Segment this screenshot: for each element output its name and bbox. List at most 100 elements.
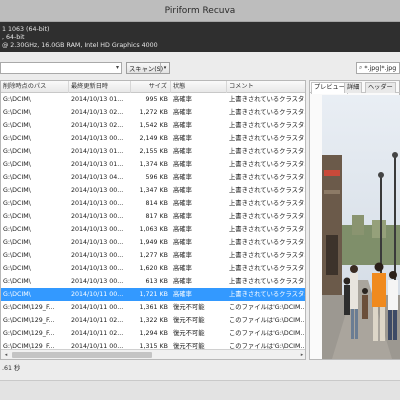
cell-comment: 上書きされているクラスタ...: [229, 291, 306, 298]
cell-state: 高確率: [173, 278, 192, 285]
drive-select[interactable]: ▾: [0, 62, 122, 74]
scroll-right-icon[interactable]: ▸: [298, 351, 305, 359]
scan-dropdown-icon[interactable]: ▾: [160, 63, 169, 73]
cell-date: 2014/10/13 00...: [71, 213, 124, 220]
cell-date: 2014/10/13 00...: [71, 252, 124, 259]
cell-comment: 上書きされているクラスタ...: [229, 252, 306, 259]
cell-size: 596 KB: [145, 174, 168, 181]
scroll-left-icon[interactable]: ◂: [2, 351, 10, 359]
table-row[interactable]: G:\DCIM\129_F... 2014/10/11 02... 1,322 KB…: [1, 314, 306, 327]
cell-size: 1,949 KB: [139, 239, 168, 246]
cell-comment: 上書きされているクラスタ...: [229, 174, 306, 181]
cell-comment: 上書きされているクラスタ...: [229, 200, 306, 207]
sysinfo-line-1: 1 1063 (64-bit): [2, 26, 50, 33]
preview-tabs: プレビュー 詳細 ヘッダー: [310, 81, 400, 94]
cell-state: 高確率: [173, 265, 192, 272]
cell-path: G:\DCIM\: [3, 291, 31, 298]
table-row[interactable]: G:\DCIM\ 2014/10/13 00... 1,620 KB 高確率 上書きされ…: [1, 262, 305, 275]
table-row[interactable]: G:\DCIM\129_F... 2014/10/11 00... 1,361 KB…: [1, 301, 306, 314]
cell-comment: 上書きされているクラスタ...: [229, 239, 306, 246]
tab-details[interactable]: 詳細: [344, 82, 363, 93]
cell-size: 1,721 KB: [139, 291, 168, 298]
cell-date: 2014/10/13 00...: [71, 135, 124, 142]
cell-state: 復元不可能: [173, 330, 205, 337]
cell-path: G:\DCIM\129_F...: [3, 317, 55, 324]
table-row[interactable]: G:\DCIM\ 2014/10/13 00... 817 KB 高確率 上書きされてい…: [1, 210, 306, 223]
cell-state: 高確率: [173, 161, 192, 168]
cell-comment: このファイルは'G:\DCIM...: [229, 304, 306, 311]
cell-path: G:\DCIM\: [3, 226, 31, 233]
cell-state: 高確率: [173, 96, 192, 103]
cell-state: 復元不可能: [173, 317, 205, 324]
cell-comment: このファイルは'G:\DCIM...: [229, 317, 306, 324]
cell-size: 1,322 KB: [139, 317, 168, 324]
preview-image: [322, 95, 400, 359]
cell-path: G:\DCIM\: [3, 252, 31, 259]
column-header-path[interactable]: 削除時点のパス: [1, 81, 69, 93]
filter-value: *.jpg|*.jpg: [364, 64, 397, 72]
column-header-size[interactable]: サイズ: [131, 81, 171, 93]
cell-state: 高確率: [173, 200, 192, 207]
column-header-comment[interactable]: コメント: [227, 81, 305, 93]
cell-comment: 上書きされているクラスタ...: [229, 135, 306, 142]
search-icon: ⌕: [359, 64, 363, 71]
cell-size: 1,374 KB: [139, 161, 168, 168]
table-row[interactable]: G:\DCIM\ 2014/10/13 00... 613 KB 高確率 上書きされてい…: [1, 275, 306, 288]
table-row[interactable]: G:\DCIM\ 2014/10/13 00... 1,949 KB 高確率 上書きされ…: [1, 236, 306, 249]
cell-size: 2,149 KB: [139, 135, 168, 142]
column-header-state[interactable]: 状態: [171, 81, 227, 93]
cell-comment: 上書きされているクラスタ...: [229, 278, 306, 285]
cell-size: 1,620 KB: [139, 265, 168, 272]
cell-comment: 上書きされているクラスタ...: [229, 148, 306, 155]
cell-path: G:\DCIM\: [3, 174, 31, 181]
tab-header[interactable]: ヘッダー: [365, 82, 396, 93]
table-row[interactable]: G:\DCIM\ 2014/10/13 01... 1,374 KB 高確率 上書きされ…: [1, 158, 306, 171]
table-row[interactable]: G:\DCIM\ 2014/10/13 00... 1,063 KB 高確率 上書きされ…: [1, 223, 305, 236]
chevron-down-icon[interactable]: ▾: [116, 64, 119, 71]
cell-date: 2014/10/11 02...: [71, 317, 124, 324]
cell-size: 1,277 KB: [139, 252, 168, 259]
cell-size: 1,361 KB: [139, 304, 168, 311]
table-row[interactable]: G:\DCIM\ 2014/10/13 01... 995 KB 高確率 上書きされてい…: [1, 93, 305, 106]
table-row[interactable]: G:\DCIM\ 2014/10/13 02... 1,272 KB 高確率 上書きされ…: [1, 106, 305, 119]
cell-state: 高確率: [173, 187, 192, 194]
cell-size: 995 KB: [145, 96, 168, 103]
cell-date: 2014/10/13 01...: [71, 96, 124, 103]
table-row[interactable]: G:\DCIM\ 2014/10/13 00... 1,347 KB 高確率 上書きされ…: [1, 184, 306, 197]
column-header-date[interactable]: 最終更新日時: [69, 81, 131, 93]
cell-comment: 上書きされているクラスタ...: [229, 161, 306, 168]
cell-date: 2014/10/13 00...: [71, 200, 124, 207]
cell-date: 2014/10/13 02...: [71, 122, 124, 129]
cell-path: G:\DCIM\: [3, 135, 31, 142]
scrollbar-thumb[interactable]: [12, 352, 152, 358]
filename-filter-input[interactable]: ⌕ *.jpg|*.jpg: [356, 62, 400, 74]
table-row[interactable]: G:\DCIM\ 2014/10/11 00... 1,721 KB 高確率 上書きされ…: [1, 288, 306, 301]
cell-date: 2014/10/13 00...: [71, 239, 124, 246]
horizontal-scrollbar[interactable]: ◂ ▸: [1, 349, 305, 359]
cell-size: 817 KB: [145, 213, 168, 220]
toolbar: ▾ スキャン(S) ▾ ⌕ *.jpg|*.jpg: [0, 62, 400, 76]
cell-comment: 上書きされているクラスタ...: [229, 187, 306, 194]
scan-button[interactable]: スキャン(S) ▾: [126, 62, 170, 74]
cell-date: 2014/10/13 00...: [71, 226, 124, 233]
cell-path: G:\DCIM\129_F...: [3, 330, 55, 337]
table-row[interactable]: G:\DCIM\ 2014/10/13 01... 2,155 KB 高確率 上書きされ…: [1, 145, 306, 158]
status-text: .61 秒: [2, 365, 21, 372]
table-row[interactable]: G:\DCIM\ 2014/10/13 00... 814 KB 高確率 上書きされてい…: [1, 197, 306, 210]
cell-size: 1,272 KB: [139, 109, 168, 116]
cell-state: 高確率: [173, 109, 192, 116]
table-row[interactable]: G:\DCIM\ 2014/10/13 04... 596 KB 高確率 上書きされてい…: [1, 171, 306, 184]
tab-preview[interactable]: プレビュー: [311, 82, 348, 94]
sysinfo-line-2: , 64-bit: [2, 34, 25, 41]
cell-size: 2,155 KB: [139, 148, 168, 155]
table-row[interactable]: G:\DCIM\ 2014/10/13 00... 1,277 KB 高確率 上書きされ…: [1, 249, 306, 262]
table-row[interactable]: G:\DCIM\ 2014/10/13 02... 1,542 KB 高確率 上書きされ…: [1, 119, 305, 132]
cell-size: 814 KB: [145, 200, 168, 207]
cell-state: 復元不可能: [173, 304, 205, 311]
cell-comment: 上書きされているクラスタ...: [229, 213, 306, 220]
sysinfo-line-3: @ 2.30GHz, 16.0GB RAM, Intel HD Graphics…: [2, 42, 158, 49]
cell-path: G:\DCIM\: [3, 213, 31, 220]
cell-path: G:\DCIM\: [3, 161, 31, 168]
table-row[interactable]: G:\DCIM\ 2014/10/13 00... 2,149 KB 高確率 上書きされ…: [1, 132, 306, 145]
table-row[interactable]: G:\DCIM\129_F... 2014/10/11 02... 1,294 KB…: [1, 327, 305, 340]
